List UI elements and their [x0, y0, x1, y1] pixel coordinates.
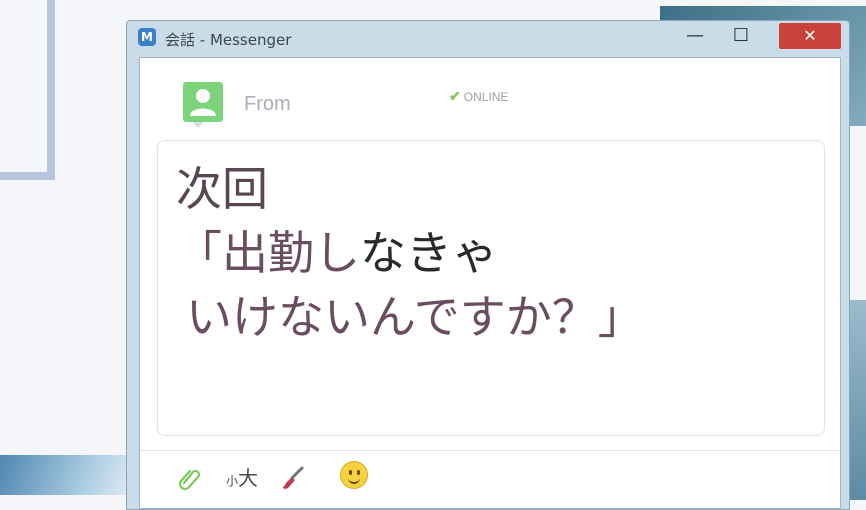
- message-line-2-part-2: なきゃ: [360, 226, 498, 280]
- paperclip-icon[interactable]: [176, 465, 202, 498]
- title-bar[interactable]: M 会話 - Messenger — ☐ ✕: [127, 21, 849, 57]
- font-size-large-label: 大: [238, 466, 259, 490]
- window-title: 会話 - Messenger: [165, 31, 292, 49]
- font-size-small-label: 小: [226, 474, 239, 488]
- background-panel-bottom-left: [0, 455, 140, 495]
- message-line-3: いけないんですか？」: [186, 290, 644, 344]
- check-icon: ✔: [449, 88, 461, 104]
- close-button[interactable]: ✕: [779, 23, 841, 49]
- bubble-pointer: [192, 122, 204, 128]
- user-avatar-icon[interactable]: [183, 82, 223, 122]
- minimize-button[interactable]: —: [675, 23, 715, 49]
- message-line-2: 「出勤しなきゃ: [176, 225, 498, 281]
- message-line-2-part-1: 「出勤し: [176, 226, 360, 280]
- user-silhouette-icon: [190, 89, 216, 116]
- messenger-app-icon: M: [138, 28, 156, 46]
- paperclip-glyph: [178, 469, 201, 491]
- paintbrush-glyph: [283, 466, 304, 489]
- maximize-button[interactable]: ☐: [721, 23, 761, 49]
- from-label: From: [244, 93, 291, 115]
- paintbrush-icon[interactable]: [280, 465, 306, 498]
- background-frame: [0, 0, 55, 180]
- online-status-text: ONLINE: [463, 90, 509, 104]
- online-status: ✔ ONLINE: [449, 88, 508, 105]
- conversation-pane: From ✔ ONLINE 次回 「出勤しなきゃ いけないんですか？」 小大: [139, 57, 841, 509]
- font-size-button[interactable]: 小大: [226, 465, 258, 494]
- messenger-window: M 会話 - Messenger — ☐ ✕ From ✔ ONLINE 次回 「…: [126, 20, 850, 510]
- smiley-icon[interactable]: [340, 461, 368, 489]
- message-line-1: 次回: [176, 162, 268, 216]
- compose-toolbar: 小大: [140, 450, 840, 491]
- message-box: 次回 「出勤しなきゃ いけないんですか？」: [157, 140, 825, 436]
